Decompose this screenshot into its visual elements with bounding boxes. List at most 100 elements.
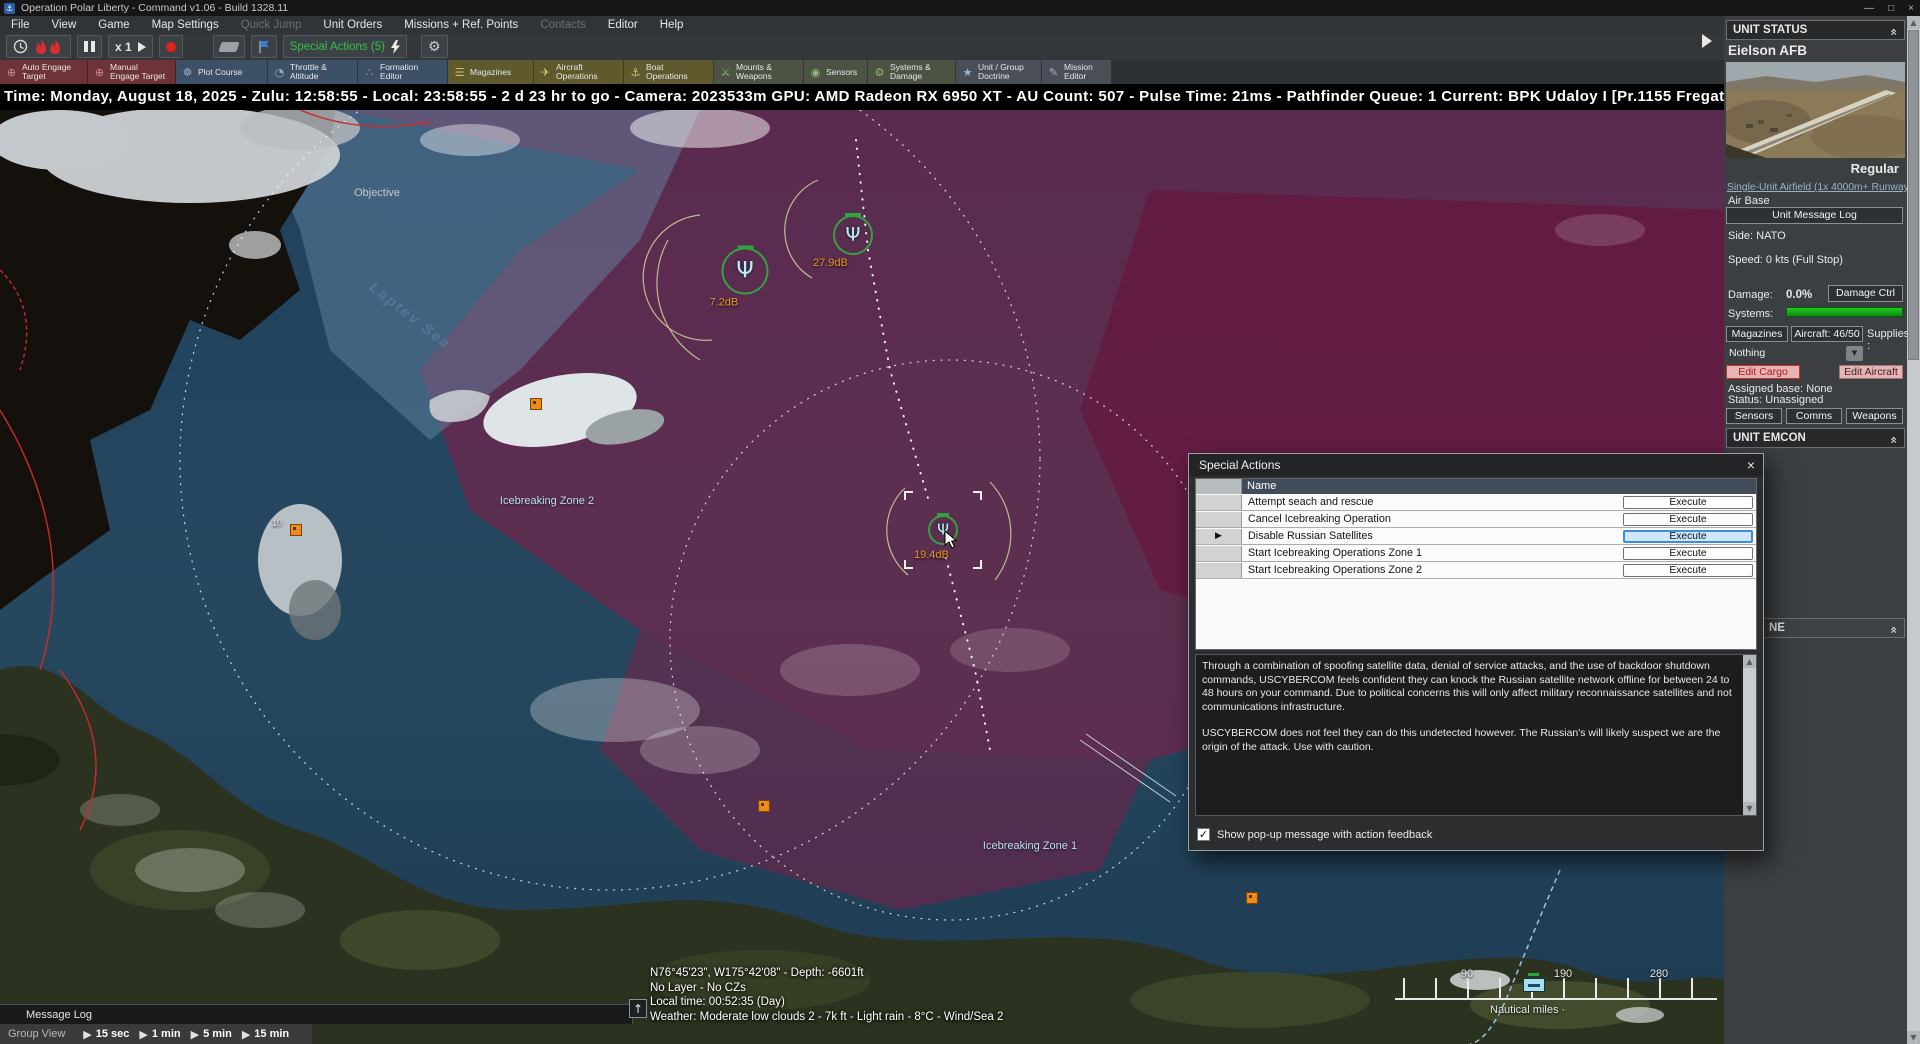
sonar-contact[interactable]: Ψ 27.9dB <box>833 215 873 255</box>
menu-missions-ref-points[interactable]: Missions + Ref. Points <box>393 19 529 31</box>
edit-cargo-button[interactable]: Edit Cargo <box>1726 365 1800 379</box>
time-speed-button[interactable]: x 1 <box>108 35 153 58</box>
table-row[interactable]: Start Icebreaking Operations Zone 1 Exec… <box>1196 546 1756 562</box>
scroll-up-arrow[interactable]: ▲ <box>1907 16 1920 29</box>
table-row[interactable]: Cancel Icebreaking Operation Execute <box>1196 512 1756 528</box>
unit-emcon-header[interactable]: UNIT EMCON « <box>1726 428 1905 448</box>
menu-game[interactable]: Game <box>87 19 140 31</box>
contact-health-bar <box>845 213 861 217</box>
special-actions-button[interactable]: Special Actions (5) <box>283 35 407 58</box>
local-time-line: Local time: 00:52:35 (Day) <box>650 995 1003 1010</box>
menu-editor[interactable]: Editor <box>597 19 649 31</box>
dialog-close-button[interactable]: × <box>1747 454 1755 476</box>
play-icon <box>138 42 146 52</box>
special-actions-dialog: Special Actions × Name Attempt seach and… <box>1188 453 1764 851</box>
interval-1min[interactable]: 1 min <box>152 1028 181 1040</box>
magazines-button[interactable]: ☰Magazines <box>448 60 534 84</box>
minimize-button[interactable]: — <box>1864 3 1874 14</box>
settings-button[interactable]: ⚙ <box>421 35 448 58</box>
aircraft-count-button[interactable]: Aircraft: 46/50 <box>1791 326 1863 342</box>
supplies-label: Supplies : <box>1867 328 1909 352</box>
execute-button-highlighted[interactable]: Execute <box>1623 530 1753 543</box>
message-log-expand-button[interactable]: ↑ <box>629 999 647 1018</box>
maximize-button[interactable]: □ <box>1888 3 1894 14</box>
mission-editor-button[interactable]: ✎MissionEditor <box>1042 60 1112 84</box>
table-row[interactable]: Attempt seach and rescue Execute <box>1196 495 1756 511</box>
execute-button[interactable]: Execute <box>1623 547 1753 560</box>
throttle-altitude-button[interactable]: ◔Throttle &Altitude <box>268 60 358 84</box>
menu-view[interactable]: View <box>41 19 88 31</box>
damage-ctrl-button[interactable]: Damage Ctrl <box>1828 285 1903 302</box>
execute-button[interactable]: Execute <box>1623 513 1753 526</box>
group-view-label[interactable]: Group View <box>0 1028 73 1040</box>
scroll-down-arrow[interactable]: ▼ <box>1743 802 1756 815</box>
checkbox-checked[interactable]: ✓ <box>1197 828 1210 841</box>
current-row-marker[interactable]: ▶ <box>1196 529 1242 544</box>
row-selector-cell[interactable] <box>1196 563 1242 578</box>
surface-unit-icon[interactable] <box>1523 978 1545 992</box>
helm-icon: ☸ <box>181 66 194 79</box>
row-selector-cell[interactable] <box>1196 512 1242 527</box>
cargo-select[interactable]: Nothing <box>1726 346 1846 361</box>
sensors-button[interactable]: ◉Sensors <box>804 60 868 84</box>
close-button[interactable]: × <box>1908 3 1914 14</box>
message-log-bar[interactable]: Message Log <box>0 1004 633 1024</box>
sidebar-scrollbar[interactable]: ▲ ▼ <box>1907 16 1920 1044</box>
table-row[interactable]: Start Icebreaking Operations Zone 2 Exec… <box>1196 563 1756 579</box>
collapse-chevron-icon[interactable]: « <box>1885 626 1903 634</box>
menu-file[interactable]: File <box>0 19 41 31</box>
menu-help[interactable]: Help <box>649 19 695 31</box>
comms-button[interactable]: Comms <box>1786 408 1842 424</box>
application-window: ⚓ Operation Polar Liberty - Command v1.0… <box>0 0 1920 1044</box>
sidebar-expander-arrow[interactable] <box>1702 34 1712 48</box>
facility-icon[interactable] <box>530 398 542 410</box>
time-engage-group[interactable] <box>6 35 71 58</box>
unit-status-header[interactable]: UNIT STATUS « <box>1726 20 1905 40</box>
interval-15sec[interactable]: 15 sec <box>96 1028 130 1040</box>
scrollbar-thumb[interactable] <box>1908 30 1919 360</box>
clock-icon <box>13 39 28 54</box>
unit-group-doctrine-button[interactable]: ★Unit / GroupDoctrine <box>956 60 1042 84</box>
menu-unit-orders[interactable]: Unit Orders <box>312 19 393 31</box>
pause-button[interactable] <box>77 35 102 58</box>
execute-button[interactable]: Execute <box>1623 564 1753 577</box>
menu-map-settings[interactable]: Map Settings <box>141 19 230 31</box>
row-selector-cell[interactable] <box>1196 495 1242 510</box>
sonar-contact[interactable]: Ψ 7.2dB <box>722 248 769 295</box>
unit-status-label: Status: Unassigned <box>1728 394 1823 406</box>
auto-engage-target-button[interactable]: ⊕Auto EngageTarget <box>0 60 88 84</box>
scroll-up-arrow[interactable]: ▲ <box>1743 655 1756 668</box>
unit-message-log-button[interactable]: Unit Message Log <box>1726 207 1903 224</box>
manual-engage-target-button[interactable]: ⊕ManualEngage Target <box>88 60 176 84</box>
dialog-title-bar[interactable]: Special Actions <box>1189 454 1763 476</box>
facility-icon[interactable] <box>1246 892 1258 904</box>
weapons-button[interactable]: Weapons <box>1846 408 1903 424</box>
table-row-current[interactable]: ▶ Disable Russian Satellites Execute <box>1196 529 1756 545</box>
flag-button[interactable] <box>251 35 277 58</box>
aircraft-operations-button[interactable]: ✈AircraftOperations <box>534 60 624 84</box>
edit-aircraft-button[interactable]: Edit Aircraft <box>1839 365 1903 379</box>
scroll-down-arrow[interactable]: ▼ <box>1907 1031 1920 1044</box>
formation-editor-button[interactable]: ∴FormationEditor <box>358 60 448 84</box>
unit-type-link[interactable]: Single-Unit Airfield (1x 4000m+ Runway) <box>1727 182 1912 193</box>
sensors-button[interactable]: Sensors <box>1726 408 1782 424</box>
interval-5min[interactable]: 5 min <box>203 1028 232 1040</box>
record-icon <box>166 42 176 52</box>
description-scrollbar[interactable]: ▲ ▼ <box>1743 655 1756 815</box>
mounts-weapons-button[interactable]: ⚔Mounts &Weapons <box>714 60 804 84</box>
collapse-chevron-icon[interactable]: « <box>1885 436 1903 444</box>
facility-icon[interactable] <box>290 524 302 536</box>
boat-operations-button[interactable]: ⚓BoatOperations <box>624 60 714 84</box>
feedback-checkbox-row[interactable]: ✓ Show pop-up message with action feedba… <box>1197 828 1432 841</box>
execute-button[interactable]: Execute <box>1623 496 1753 509</box>
interval-15min[interactable]: 15 min <box>254 1028 289 1040</box>
eraser-button[interactable] <box>213 35 245 58</box>
row-selector-cell[interactable] <box>1196 546 1242 561</box>
plot-course-button[interactable]: ☸Plot Course <box>176 60 268 84</box>
systems-damage-button[interactable]: ⚙Systems &Damage <box>868 60 956 84</box>
collapse-chevron-icon[interactable]: « <box>1885 28 1903 36</box>
cargo-dropdown-button[interactable]: ▼ <box>1846 346 1863 361</box>
record-button[interactable] <box>159 35 183 58</box>
facility-icon[interactable] <box>758 800 770 812</box>
magazines-button[interactable]: Magazines <box>1726 326 1788 342</box>
